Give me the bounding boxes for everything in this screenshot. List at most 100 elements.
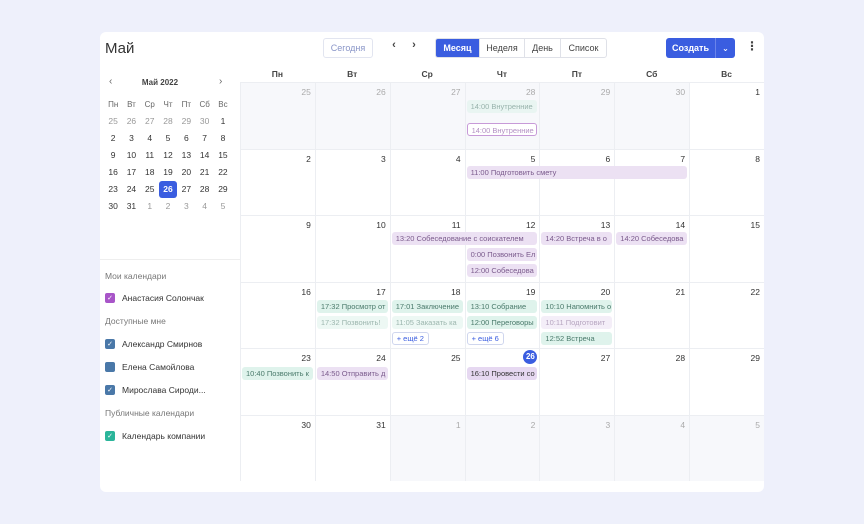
mini-day[interactable]: 16 [104,164,122,181]
day-cell[interactable]: 28 [464,82,540,149]
mini-day[interactable]: 8 [214,130,232,147]
create-dropdown-icon[interactable]: ⌄ [715,38,735,58]
mini-day[interactable]: 5 [159,130,177,147]
day-cell[interactable]: 29 [539,82,615,149]
mini-day[interactable]: 7 [195,130,213,147]
calendar-event[interactable]: 11:05 Заказать ка [391,315,463,329]
mini-day[interactable]: 26 [158,181,178,198]
mini-day[interactable]: 28 [195,181,213,198]
calendar-event[interactable]: 0:00 Позвонить Ел [466,248,538,261]
day-cell[interactable]: 22 [689,281,764,348]
day-cell[interactable]: 3 [314,148,390,215]
calendar-event[interactable]: 12:00 Собеседова [466,264,538,277]
mini-day[interactable]: 4 [195,198,213,215]
day-cell[interactable]: 5 [689,414,764,481]
more-events-button[interactable]: + ещё 2 [391,331,429,345]
mini-day[interactable]: 27 [141,113,159,130]
day-cell[interactable]: 27 [389,82,465,149]
checkbox-checked-icon[interactable]: ✓ [105,385,115,395]
mini-day[interactable]: 1 [141,198,159,215]
mini-day[interactable]: 31 [122,198,140,215]
day-cell[interactable]: 27 [539,348,615,415]
mini-day[interactable]: 5 [214,198,232,215]
calendar-event[interactable]: 17:01 Заключение [391,299,463,313]
mini-day[interactable]: 20 [177,164,195,181]
day-cell[interactable]: 6 [539,148,615,215]
mini-day[interactable]: 27 [177,181,195,198]
calendar-event[interactable]: 12:52 Встреча [541,331,613,345]
day-cell[interactable]: 24 [314,348,390,415]
mini-day[interactable]: 17 [122,164,140,181]
checkbox-checked-icon[interactable]: ✓ [105,293,115,303]
day-cell[interactable]: 4 [389,148,465,215]
day-cell[interactable]: 10 [314,215,390,282]
calendar-event[interactable]: 14:00 Внутренние [466,100,538,113]
day-cell[interactable]: 21 [614,281,690,348]
calendar-event[interactable]: 10:10 Напомнить о [541,299,613,313]
calendar-item-avail-3[interactable]: ✓ Мирослава Сироди... [105,384,206,396]
calendar-event[interactable]: 11:00 Подготовить смету [466,165,688,179]
day-cell[interactable]: 15 [689,215,764,282]
mini-day[interactable]: 22 [214,164,232,181]
calendar-event[interactable]: 17:32 Просмотр от [316,299,388,313]
mini-day[interactable]: 2 [104,130,122,147]
mini-day[interactable]: 15 [214,147,232,164]
view-day-button[interactable]: День [524,39,560,57]
next-month-icon[interactable]: › [409,39,419,51]
mini-day[interactable]: 23 [104,181,122,198]
calendar-item-avail-1[interactable]: ✓ Александр Смирнов [105,338,202,350]
mini-day[interactable]: 1 [214,113,232,130]
day-cell[interactable]: 2 [464,414,540,481]
calendar-item-avail-2[interactable]: Елена Самойлова [105,361,194,373]
calendar-event[interactable]: 10:11 Подготовит [541,315,613,329]
day-cell[interactable]: 3 [539,414,615,481]
mini-day[interactable]: 12 [159,147,177,164]
checkbox-unchecked-icon[interactable] [105,362,115,372]
mini-day[interactable]: 3 [177,198,195,215]
mini-day[interactable]: 18 [141,164,159,181]
mini-day[interactable]: 29 [214,181,232,198]
mini-day[interactable]: 28 [159,113,177,130]
mini-day[interactable]: 30 [195,113,213,130]
view-week-button[interactable]: Неделя [479,39,524,57]
day-cell[interactable]: 9 [240,215,315,282]
calendar-event[interactable]: 17:32 Позвонить! [316,315,388,329]
calendar-event[interactable]: 14:20 Встреча в о [541,232,613,245]
day-cell[interactable]: 11 [389,215,465,282]
mini-day[interactable]: 6 [177,130,195,147]
day-cell[interactable]: 16 [240,281,315,348]
day-cell[interactable]: 17 [314,281,390,348]
mini-day[interactable]: 25 [141,181,159,198]
calendar-event[interactable]: 13:10 Собрание [466,299,538,313]
day-cell[interactable]: 28 [614,348,690,415]
more-events-button[interactable]: + ещё 6 [466,331,504,345]
day-cell[interactable]: 26 [464,348,540,415]
day-cell[interactable]: 23 [240,348,315,415]
calendar-event[interactable]: 14:20 Собеседова [616,232,688,245]
mini-day[interactable]: 30 [104,198,122,215]
prev-month-icon[interactable]: ‹ [389,39,399,51]
day-cell[interactable]: 7 [614,148,690,215]
mini-day[interactable]: 9 [104,147,122,164]
day-cell[interactable]: 2 [240,148,315,215]
day-cell[interactable]: 5 [464,148,540,215]
day-cell[interactable]: 30 [240,414,315,481]
day-cell[interactable]: 31 [314,414,390,481]
day-cell[interactable]: 14 [614,215,690,282]
mini-day[interactable]: 19 [159,164,177,181]
day-cell[interactable]: 8 [689,148,764,215]
view-list-button[interactable]: Список [560,39,606,57]
mini-day[interactable]: 4 [141,130,159,147]
calendar-event[interactable]: 14:50 Отправить д [316,367,388,380]
calendar-event[interactable]: 16:10 Провести со [466,367,538,380]
create-button[interactable]: Создать ⌄ [666,38,735,58]
mini-next-icon[interactable]: › [219,76,222,87]
mini-day[interactable]: 2 [159,198,177,215]
view-month-button[interactable]: Месяц [436,39,479,57]
calendar-item-public[interactable]: ✓ Календарь компании [105,430,205,442]
today-button[interactable]: Сегодня [323,38,373,58]
mini-day[interactable]: 21 [195,164,213,181]
calendar-event[interactable]: 13:20 Собеседование с соискателем [391,232,538,245]
day-cell[interactable]: 29 [689,348,764,415]
day-cell[interactable]: 25 [389,348,465,415]
